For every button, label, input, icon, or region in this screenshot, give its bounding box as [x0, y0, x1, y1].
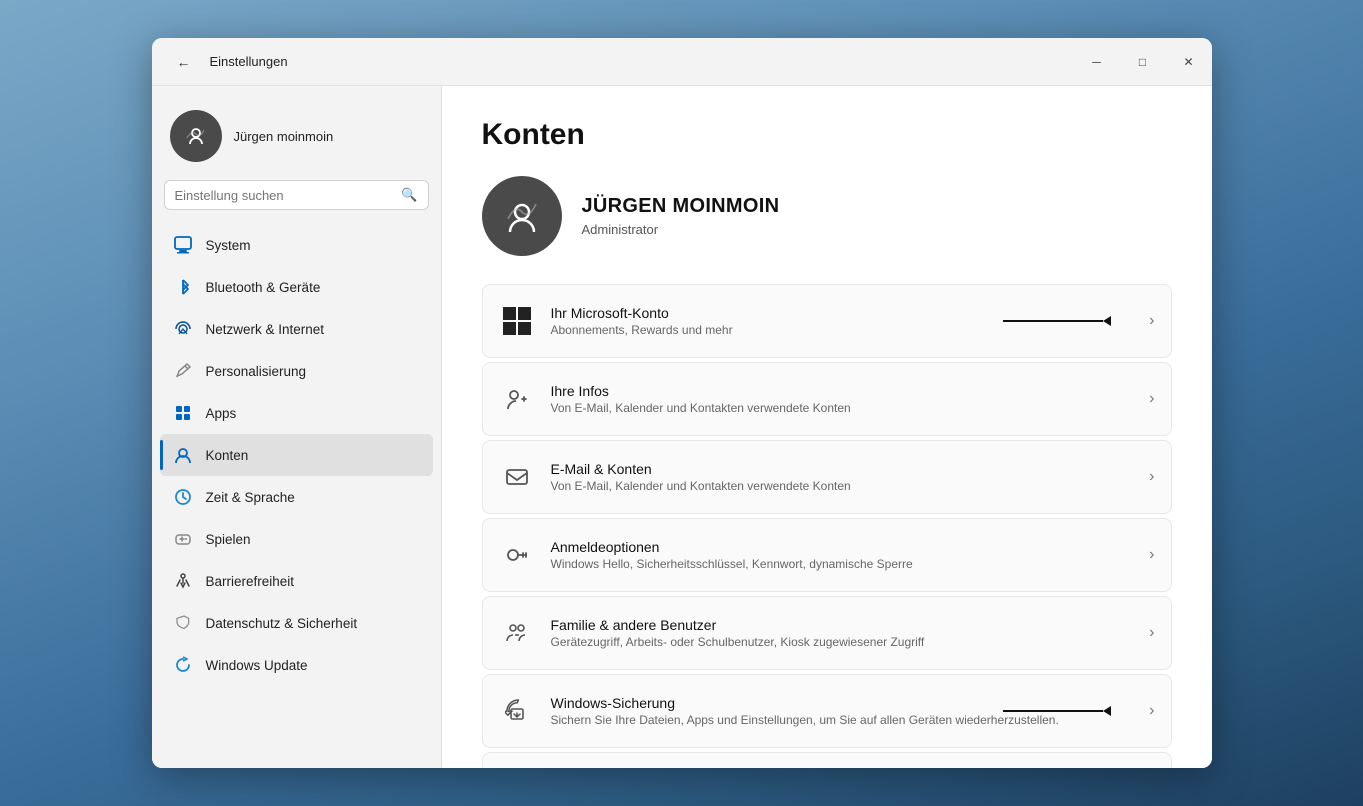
- sidebar-user: Jürgen moinmoin: [160, 102, 433, 178]
- sidebar-item-label: System: [206, 238, 251, 253]
- sidebar-item-label: Konten: [206, 448, 249, 463]
- family-icon: [499, 615, 535, 651]
- arrow-annotation: [1003, 316, 1111, 326]
- chevron-right-icon: ›: [1149, 546, 1154, 564]
- search-box[interactable]: 🔍: [164, 180, 429, 210]
- sidebar-item-label: Netzwerk & Internet: [206, 322, 325, 337]
- sidebar-item-label: Barrierefreiheit: [206, 574, 295, 589]
- settings-item-windows-sicherung[interactable]: Windows-Sicherung Sichern Sie Ihre Datei…: [482, 674, 1172, 748]
- sidebar-item-label: Bluetooth & Geräte: [206, 280, 321, 295]
- profile-avatar: [482, 176, 562, 256]
- settings-item-desc: Windows Hello, Sicherheitsschlüssel, Ken…: [551, 557, 1142, 571]
- arrow-annotation: [1003, 706, 1111, 716]
- bluetooth-icon: [172, 276, 194, 298]
- main-content: Konten JÜRGEN MOINMOIN Administrator: [442, 86, 1212, 768]
- personalize-icon: [172, 360, 194, 382]
- settings-item-email-konten[interactable]: E-Mail & Konten Von E-Mail, Kalender und…: [482, 440, 1172, 514]
- settings-list: Ihr Microsoft-Konto Abonnements, Rewards…: [482, 284, 1172, 768]
- settings-item-arbeit[interactable]: Auf Arbeits- oder Schulkonto zugreifen ›: [482, 752, 1172, 768]
- email-icon: [499, 459, 535, 495]
- sidebar-item-label: Apps: [206, 406, 237, 421]
- settings-item-familie[interactable]: Familie & andere Benutzer Gerätezugriff,…: [482, 596, 1172, 670]
- search-icon: 🔍: [401, 187, 417, 203]
- window-controls: ─ □ ✕: [1074, 38, 1212, 86]
- sidebar-item-label: Datenschutz & Sicherheit: [206, 616, 358, 631]
- datenschutz-icon: [172, 612, 194, 634]
- sidebar-item-label: Spielen: [206, 532, 251, 547]
- sidebar-item-konten[interactable]: Konten: [160, 434, 433, 476]
- sidebar-username: Jürgen moinmoin: [234, 129, 334, 144]
- chevron-right-icon: ›: [1149, 468, 1154, 486]
- settings-item-anmeldeoptionen[interactable]: Anmeldeoptionen Windows Hello, Sicherhei…: [482, 518, 1172, 592]
- sidebar-item-bluetooth[interactable]: Bluetooth & Geräte: [160, 266, 433, 308]
- settings-item-label: Ihre Infos: [551, 383, 1142, 399]
- sidebar-item-system[interactable]: System: [160, 224, 433, 266]
- backup-icon: [499, 693, 535, 729]
- system-icon: [172, 234, 194, 256]
- settings-item-microsoft-konto[interactable]: Ihr Microsoft-Konto Abonnements, Rewards…: [482, 284, 1172, 358]
- profile-info: JÜRGEN MOINMOIN Administrator: [582, 195, 780, 237]
- settings-item-label: E-Mail & Konten: [551, 461, 1142, 477]
- close-button[interactable]: ✕: [1166, 38, 1212, 86]
- settings-item-ihre-infos[interactable]: Ihre Infos Von E-Mail, Kalender und Kont…: [482, 362, 1172, 436]
- settings-item-label: Anmeldeoptionen: [551, 539, 1142, 555]
- sidebar-item-datenschutz[interactable]: Datenschutz & Sicherheit: [160, 602, 433, 644]
- chevron-right-icon: ›: [1149, 312, 1154, 330]
- key-icon: [499, 537, 535, 573]
- settings-item-label: Familie & andere Benutzer: [551, 617, 1142, 633]
- maximize-button[interactable]: □: [1120, 38, 1166, 86]
- sidebar: Jürgen moinmoin 🔍 System Bluetooth & Ger…: [152, 86, 442, 768]
- search-input[interactable]: [175, 188, 394, 203]
- sidebar-item-label: Windows Update: [206, 658, 308, 673]
- settings-item-text: Ihre Infos Von E-Mail, Kalender und Kont…: [551, 383, 1142, 415]
- minimize-button[interactable]: ─: [1074, 38, 1120, 86]
- zeit-icon: [172, 486, 194, 508]
- main-wrapper: Konten JÜRGEN MOINMOIN Administrator: [442, 86, 1212, 768]
- nav-list: System Bluetooth & Geräte Netzwerk & Int…: [160, 224, 433, 686]
- sidebar-item-zeit[interactable]: Zeit & Sprache: [160, 476, 433, 518]
- spielen-icon: [172, 528, 194, 550]
- sidebar-item-label: Zeit & Sprache: [206, 490, 295, 505]
- sidebar-item-netzwerk[interactable]: Netzwerk & Internet: [160, 308, 433, 350]
- chevron-right-icon: ›: [1149, 702, 1154, 720]
- settings-item-text: E-Mail & Konten Von E-Mail, Kalender und…: [551, 461, 1142, 493]
- sidebar-item-barriere[interactable]: Barrierefreiheit: [160, 560, 433, 602]
- profile-role: Administrator: [582, 222, 780, 237]
- barriere-icon: [172, 570, 194, 592]
- settings-item-text: Familie & andere Benutzer Gerätezugriff,…: [551, 617, 1142, 649]
- page-title: Konten: [482, 118, 1172, 152]
- settings-item-desc: Von E-Mail, Kalender und Kontakten verwe…: [551, 401, 1142, 415]
- settings-item-text: Anmeldeoptionen Windows Hello, Sicherhei…: [551, 539, 1142, 571]
- ms-icon: [499, 303, 535, 339]
- sidebar-item-update[interactable]: Windows Update: [160, 644, 433, 686]
- chevron-right-icon: ›: [1149, 624, 1154, 642]
- settings-window: ← Einstellungen ─ □ ✕ Jürgen moinmoin: [152, 38, 1212, 768]
- sidebar-item-personalisierung[interactable]: Personalisierung: [160, 350, 433, 392]
- apps-icon: [172, 402, 194, 424]
- chevron-right-icon: ›: [1149, 390, 1154, 408]
- content-area: Jürgen moinmoin 🔍 System Bluetooth & Ger…: [152, 86, 1212, 768]
- avatar: [170, 110, 222, 162]
- sidebar-item-apps[interactable]: Apps: [160, 392, 433, 434]
- settings-item-desc: Von E-Mail, Kalender und Kontakten verwe…: [551, 479, 1142, 493]
- network-icon: [172, 318, 194, 340]
- person-info-icon: [499, 381, 535, 417]
- profile-card: JÜRGEN MOINMOIN Administrator: [482, 176, 1172, 256]
- settings-item-desc: Gerätezugriff, Arbeits- oder Schulbenutz…: [551, 635, 1142, 649]
- update-icon: [172, 654, 194, 676]
- konten-icon: [172, 444, 194, 466]
- back-button[interactable]: ←: [168, 46, 200, 78]
- titlebar: ← Einstellungen ─ □ ✕: [152, 38, 1212, 86]
- sidebar-item-label: Personalisierung: [206, 364, 307, 379]
- window-title: Einstellungen: [210, 54, 288, 69]
- profile-name: JÜRGEN MOINMOIN: [582, 195, 780, 218]
- sidebar-item-spielen[interactable]: Spielen: [160, 518, 433, 560]
